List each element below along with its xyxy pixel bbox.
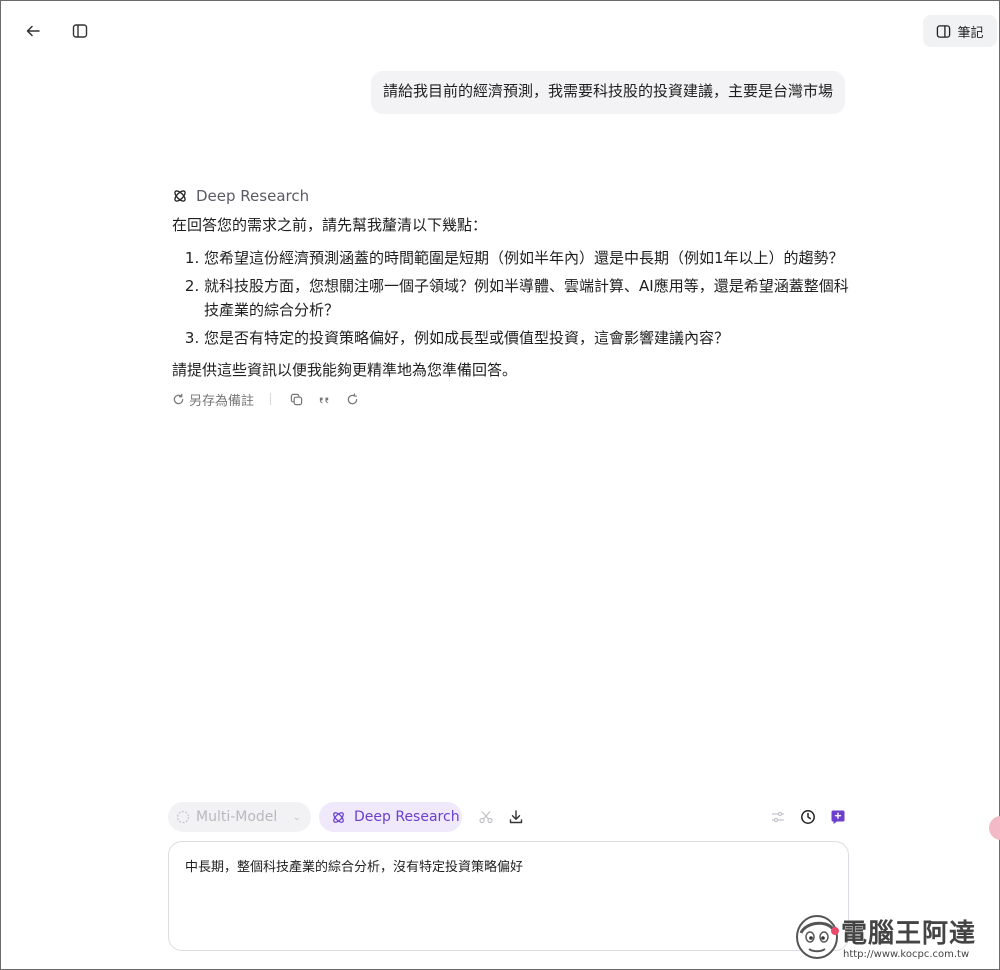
composer-toolbar: Multi-Model ⌄ Deep Research	[168, 801, 848, 833]
copy-icon	[290, 393, 302, 405]
quote-button[interactable]	[315, 390, 333, 408]
sliders-icon	[772, 811, 784, 823]
assistant-answer: Deep Research 在回答您的需求之前，請先幫我釐清以下幾點： 您希望這…	[172, 184, 852, 409]
actions-divider	[270, 393, 272, 405]
chevron-down-icon: ⌄	[292, 811, 301, 823]
floating-assistant-button[interactable]	[989, 816, 1000, 840]
deep-research-icon	[333, 811, 344, 823]
sidebar-toggle-icon	[72, 24, 88, 38]
back-button[interactable]	[23, 21, 43, 41]
copy-button[interactable]	[287, 390, 305, 408]
answer-actions: 另存為備註	[172, 389, 852, 409]
sidebar-toggle-button[interactable]	[71, 22, 89, 40]
quote-icon	[319, 397, 328, 403]
notes-panel-icon	[937, 24, 951, 38]
deep-research-toggle[interactable]: Deep Research	[319, 802, 462, 832]
loading-spinner-icon	[176, 810, 190, 824]
save-as-note-label: 另存為備註	[189, 393, 255, 409]
arrow-left-icon	[26, 25, 40, 37]
deep-research-icon	[174, 190, 186, 202]
deep-research-label: Deep Research	[354, 809, 460, 825]
download-icon	[509, 810, 523, 824]
composer-right-tools	[768, 807, 848, 827]
scissors-icon	[479, 811, 493, 824]
watermark-brand: 電腦王阿達	[841, 919, 977, 949]
message-input[interactable]: 中長期，整個科技產業的綜合分析，沒有特定投資策略偏好	[168, 841, 849, 951]
model-select[interactable]: Multi-Model ⌄	[168, 802, 311, 832]
answer-intro: 在回答您的需求之前，請先幫我釐清以下幾點：	[172, 216, 488, 234]
save-as-note-button[interactable]: 另存為備註	[172, 390, 254, 409]
model-select-placeholder: Multi-Model	[196, 809, 278, 825]
regenerate-button[interactable]	[343, 390, 361, 408]
history-button[interactable]	[798, 807, 818, 827]
clarifying-questions: 您希望這份經濟預測涵蓋的時間範圍是短期（例如半年內）還是中長期（例如1年以上）的…	[172, 246, 852, 350]
watermark-url: http://www.kocpc.com.tw	[843, 949, 970, 960]
clock-icon	[801, 810, 815, 824]
refresh-note-icon	[173, 393, 184, 404]
user-message-bubble: 請給我目前的經濟預測，我需要科技股的投資建議，主要是台灣市場	[371, 71, 845, 114]
regenerate-icon	[347, 392, 357, 404]
clip-button[interactable]	[476, 807, 496, 827]
mascot-logo-icon	[796, 915, 839, 959]
watermark: 電腦王阿達 http://www.kocpc.com.tw	[791, 907, 991, 967]
download-button[interactable]	[506, 807, 526, 827]
notes-button[interactable]: 筆記	[923, 15, 997, 47]
settings-button[interactable]	[768, 807, 788, 827]
notes-label: 筆記	[957, 25, 984, 41]
question-item: 您是否有特定的投資策略偏好，例如成長型或價值型投資，這會影響建議內容？	[204, 326, 852, 350]
answer-source-label: Deep Research	[196, 187, 310, 205]
chat-plus-icon	[831, 810, 845, 824]
answer-outro: 請提供這些資訊以便我能夠更精準地為您準備回答。	[172, 361, 518, 379]
question-item: 您希望這份經濟預測涵蓋的時間範圍是短期（例如半年內）還是中長期（例如1年以上）的…	[204, 246, 852, 270]
new-chat-button[interactable]	[828, 807, 848, 827]
question-item: 就科技股方面，您想關注哪一個子領域？例如半導體、雲端計算、AI應用等，還是希望涵…	[204, 274, 852, 322]
app-window: 筆記 請給我目前的經濟預測，我需要科技股的投資建議，主要是台灣市場 Deep R…	[0, 0, 1000, 970]
answer-source: Deep Research	[172, 184, 852, 208]
